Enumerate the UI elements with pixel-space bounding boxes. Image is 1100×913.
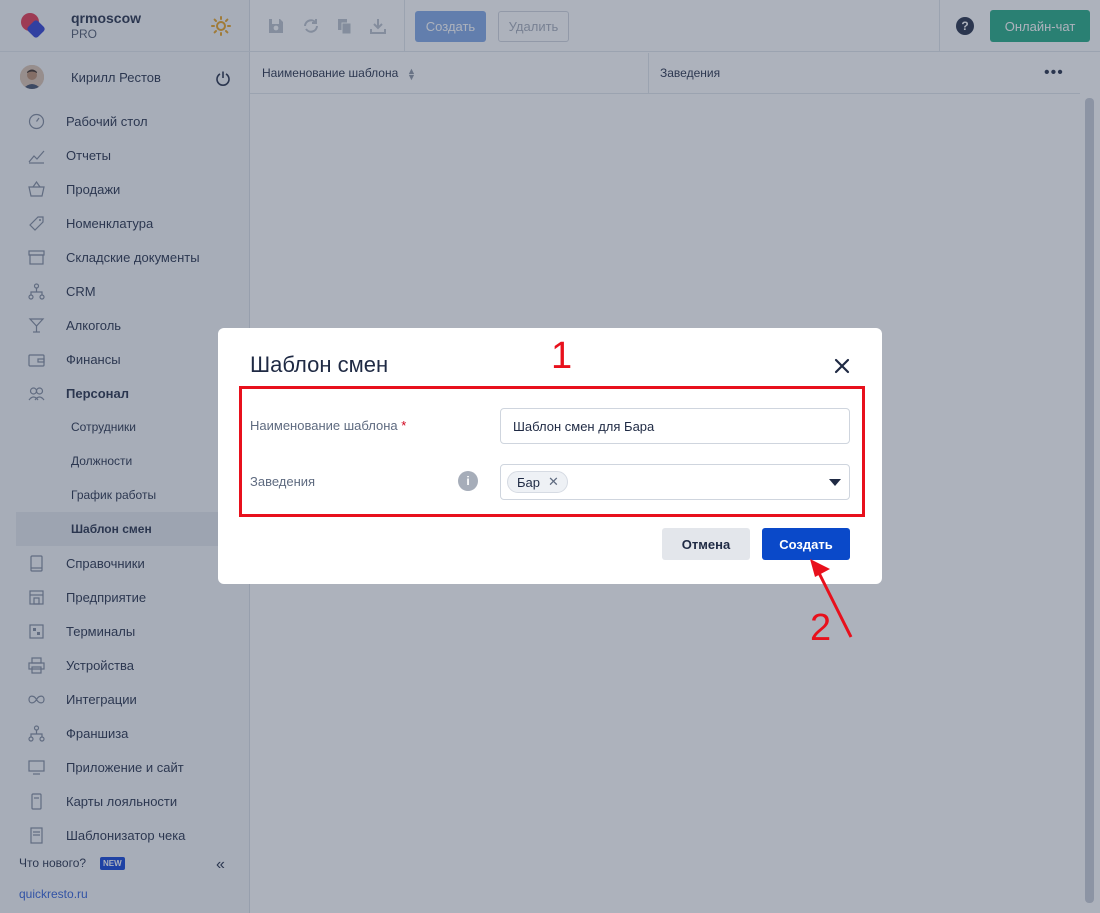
info-icon[interactable]: i	[458, 471, 478, 491]
required-mark: *	[401, 418, 407, 433]
remove-chip-icon[interactable]: ✕	[548, 474, 559, 490]
template-name-label-text: Наименование шаблона	[250, 418, 398, 433]
annotation-two: 2	[810, 607, 832, 649]
dialog-title: Шаблон смен	[250, 352, 389, 377]
venue-chip-label: Бар	[517, 474, 540, 490]
close-icon[interactable]	[832, 356, 852, 376]
template-name-label: Наименование шаблона *	[250, 418, 406, 433]
template-name-input[interactable]: Шаблон смен для Бара	[500, 408, 850, 444]
venues-label: Заведения	[250, 474, 316, 489]
annotation-one: 1	[551, 335, 573, 377]
venue-chip: Бар ✕	[507, 471, 568, 493]
shift-template-dialog: Шаблон смен Наименование шаблона * Шабло…	[218, 328, 882, 584]
chevron-down-icon[interactable]	[829, 479, 841, 486]
cancel-button[interactable]: Отмена	[662, 528, 750, 560]
venues-select[interactable]: Бар ✕	[500, 464, 850, 500]
